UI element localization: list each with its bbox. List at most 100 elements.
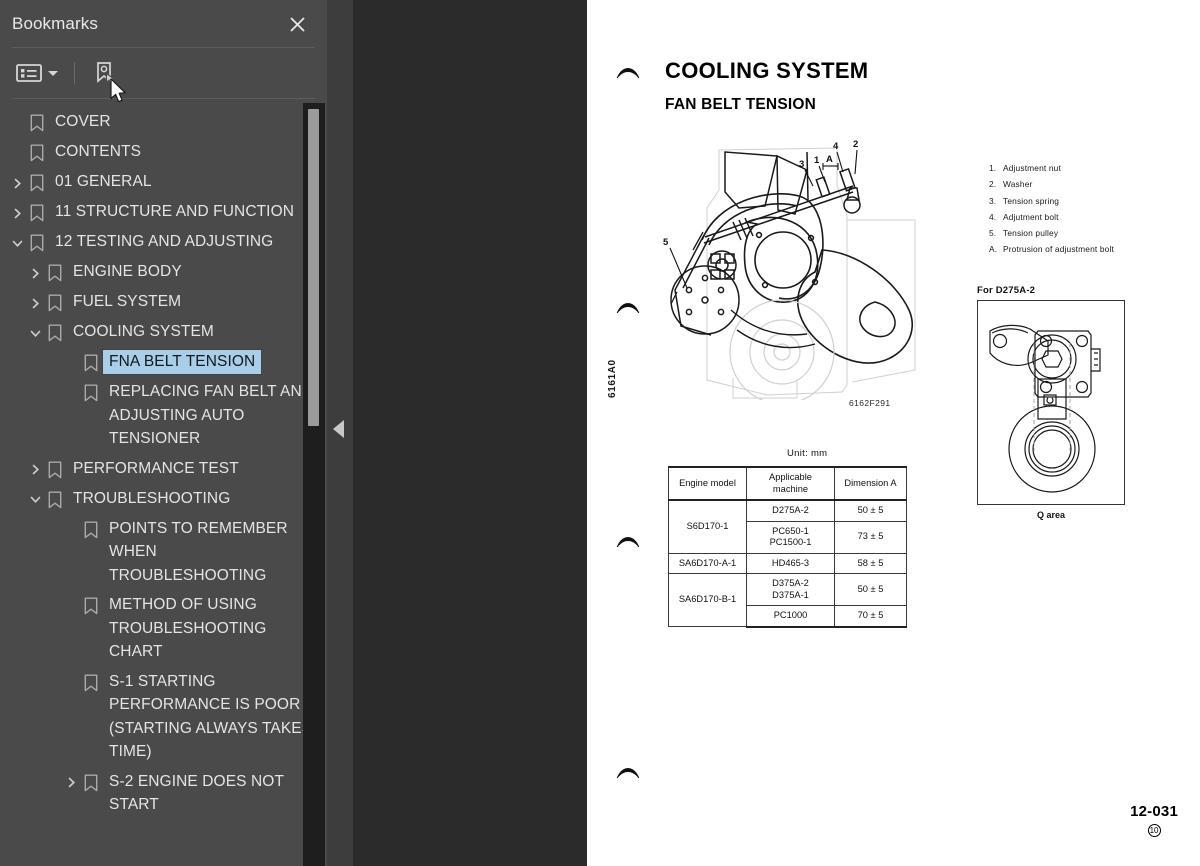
legend-key: 1. [989,163,997,173]
legend-item: 2. Washer [989,176,1179,192]
binder-mark [615,537,641,547]
bookmark-label: REPLACING FAN BELT AND ADJUSTING AUTO TE… [109,383,314,447]
bookmark-item[interactable]: COVER [0,107,327,137]
bookmark-item[interactable]: METHOD OF USING TROUBLESHOOTING CHART [0,590,327,667]
legend-key: 5. [989,228,997,239]
close-icon[interactable] [283,10,311,38]
cell-engine-model: SA6D170-A-1 [668,552,747,574]
bookmark-icon [26,172,48,194]
chevron-right-icon[interactable] [62,772,80,794]
table-body: S6D170-1 D275A-2 50 ± 5 PC650-1 PC1500-1 73 … [668,499,907,628]
svg-text:4: 4 [833,141,839,152]
cell-applicable-machine: PC650-1 PC1500-1 [746,520,835,554]
sub-figure-frame [977,300,1125,505]
figure-legend: 1. Adjustment nut 2. Washer 3. Tension spring… [989,160,1179,258]
bookmark-item[interactable]: POINTS TO REMEMBER WHEN TROUBLESHOOTING [0,514,327,591]
revision-badge: 10 [1147,824,1161,837]
bookmark-label: FUEL SYSTEM [73,293,182,310]
bookmarks-scrollbar[interactable] [303,103,325,866]
toolbar-divider [74,62,75,84]
panel-title: Bookmarks [12,13,98,33]
bookmark-item[interactable]: COOLING SYSTEM [0,317,327,347]
bookmark-item[interactable]: S-1 STARTING PERFORMANCE IS POOR (STARTI… [0,667,327,767]
side-code-label: 6161A0 [607,359,618,398]
bookmark-item[interactable]: TROUBLESHOOTING [0,484,327,514]
bookmark-item[interactable]: FUEL SYSTEM [0,287,327,317]
bookmark-icon [80,672,102,694]
bookmark-label: PERFORMANCE TEST [73,459,239,477]
auto-tensioner-diagram [989,324,1101,493]
bookmark-icon [26,202,48,224]
specification-table: Engine model Applicable machine Dimension … [668,466,907,628]
bookmark-icon [26,112,48,134]
chevron-right-icon[interactable] [8,172,26,194]
bookmarks-panel: Bookmarks COVER CONTENTS 01 GENERAL 11 S… [0,0,327,866]
bookmark-item[interactable]: FNA BELT TENSION [0,347,327,377]
legend-key: A. [989,244,998,255]
svg-text:5: 5 [663,237,669,248]
cell-engine-model: SA6D170-B-1 [668,573,747,627]
pdf-reader-window: Bookmarks COVER CONTENTS 01 GENERAL 11 S… [0,0,1200,866]
cell-engine-model: S6D170-1 [668,499,747,554]
bookmark-item[interactable]: PERFORMANCE TEST [0,454,327,484]
page-number: 12-031 [1130,803,1178,820]
chevron-right-icon[interactable] [26,262,44,284]
bookmark-icon [44,489,66,511]
list-options-icon[interactable] [14,60,60,86]
bookmark-tree[interactable]: COVER CONTENTS 01 GENERAL 11 STRUCTURE AND … [0,99,327,866]
legend-item: 1. Adjustment nut [989,160,1179,176]
bookmark-item[interactable]: CONTENTS [0,137,327,167]
collapse-left-icon[interactable] [333,420,344,438]
legend-text: Tension pulley [1003,228,1059,239]
main-figure-id: 6162F291 [849,398,891,408]
fan-belt-assembly-diagram: 3 1 A 4 2 5 [663,139,916,400]
document-viewer: COOLING SYSTEM FAN BELT TENSION 6161A0 3… [327,0,1200,866]
bookmark-item[interactable]: ENGINE BODY [0,257,327,287]
bookmark-icon [80,382,102,404]
page-title: COOLING SYSTEM [665,58,869,83]
bookmark-icon [44,262,66,284]
cell-applicable-machine: HD465-3 [746,552,835,574]
bookmark-label: TROUBLESHOOTING [73,489,231,507]
legend-text: Tension spring [1003,195,1060,206]
bookmark-item[interactable]: 01 GENERAL [0,167,327,197]
legend-item: 3. Tension spring [989,193,1179,209]
chevron-down-icon[interactable] [26,489,44,511]
cell-applicable-machine: D375A-2 D375A-1 [746,573,835,606]
chevron-down-icon[interactable] [48,70,58,76]
new-bookmark-icon[interactable] [91,58,119,88]
bookmarks-scrollbar-thumb[interactable] [308,109,319,426]
legend-item: 4. Adjutment bolt [989,209,1179,225]
bookmark-icon [44,322,66,344]
chevron-right-icon[interactable] [8,202,26,224]
bookmark-item[interactable]: 11 STRUCTURE AND FUNCTION [0,197,327,227]
bookmark-icon [80,772,102,794]
legend-key: 3. [989,195,997,206]
chevron-right-icon[interactable] [26,459,44,481]
bookmarks-toolbar [0,48,327,98]
table-unit-note: Unit: mm [787,448,828,459]
bookmark-label: CONTENTS [55,143,142,160]
bookmark-label: S-2 ENGINE DOES NOT START [109,772,285,814]
chevron-right-icon[interactable] [26,292,44,314]
chevron-down-icon[interactable] [8,232,26,254]
legend-text: Protrusion of adjustment bolt [1003,244,1114,255]
legend-item: A. Protrusion of adjustment bolt [989,241,1179,257]
bookmark-item[interactable]: REPLACING FAN BELT AND ADJUSTING AUTO TE… [0,377,327,454]
bookmarks-panel-header: Bookmarks [0,0,327,47]
table-column-header: Dimension A [834,466,907,501]
bookmark-label: 11 STRUCTURE AND FUNCTION [55,203,295,220]
bookmark-label: POINTS TO REMEMBER WHEN TROUBLESHOOTING [109,519,288,584]
legend-text: Adjutment bolt [1003,211,1059,222]
page-subtitle: FAN BELT TENSION [665,96,817,113]
bookmark-label: FNA BELT TENSION [101,349,263,375]
table-column-header: Engine model [668,466,747,501]
chevron-down-icon[interactable] [26,322,44,344]
cell-applicable-machine: PC1000 [746,605,835,628]
legend-key: 4. [989,211,997,222]
binder-mark [615,68,641,78]
bookmark-item[interactable]: 12 TESTING AND ADJUSTING [0,227,327,257]
cell-dimension-a: 50 ± 5 [834,499,907,522]
bookmark-icon [44,292,66,314]
bookmark-item[interactable]: S-2 ENGINE DOES NOT START [0,767,327,820]
